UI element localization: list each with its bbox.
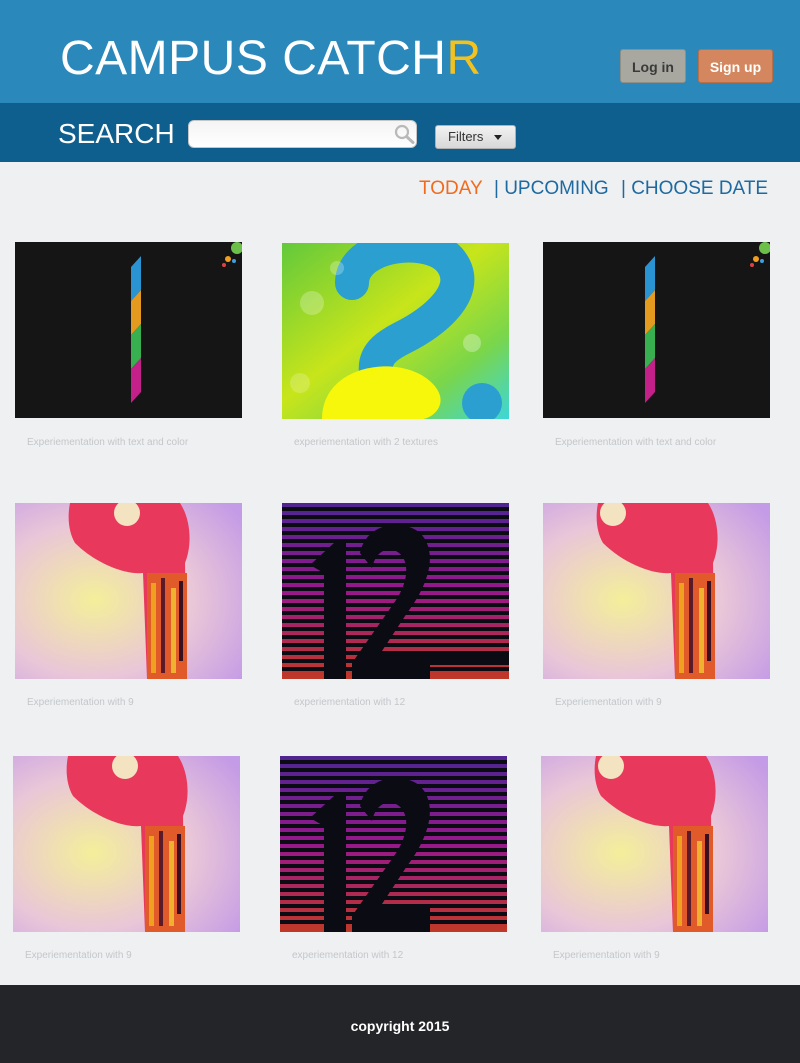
stripe-bar-artwork: [543, 242, 770, 418]
search-icon[interactable]: [392, 123, 416, 145]
gallery-card[interactable]: [15, 503, 242, 679]
nav-choose-date[interactable]: | CHOOSE DATE: [621, 178, 768, 200]
card-caption: Experiementation with 9: [25, 950, 132, 961]
green-texture-artwork: [282, 243, 509, 419]
card-caption: experiementation with 12: [292, 950, 404, 961]
filters-dropdown[interactable]: Filters: [435, 125, 516, 149]
card-caption: experiementation with 12: [294, 697, 406, 708]
card-caption: Experiementation with 9: [555, 697, 662, 708]
twelve-stripes-artwork: [282, 503, 509, 679]
copyright-text: copyright 2015: [350, 1018, 450, 1034]
card-caption: Experiementation with text and color: [555, 437, 717, 448]
stripe-bar-artwork: [15, 242, 242, 418]
pink-nine-artwork: [13, 756, 240, 932]
site-logo[interactable]: CAMPUS CATCHR: [60, 33, 482, 85]
pink-nine-artwork: [15, 503, 242, 679]
signup-button[interactable]: Sign up: [698, 49, 773, 83]
login-button[interactable]: Log in: [620, 49, 686, 83]
search-input[interactable]: [188, 120, 417, 148]
pink-nine-artwork: [543, 503, 770, 679]
gallery-card[interactable]: [282, 503, 509, 679]
search-label: SEARCH: [58, 118, 175, 149]
caret-down-icon: [494, 135, 502, 140]
logo-main-text: CAMPUS CATCH: [60, 32, 447, 85]
gallery-card[interactable]: [543, 242, 770, 418]
gallery-card[interactable]: [543, 503, 770, 679]
logo-accent-letter: R: [446, 32, 482, 85]
gallery-card[interactable]: [280, 756, 507, 932]
filters-label: Filters: [448, 129, 484, 144]
gallery-card[interactable]: [13, 756, 240, 932]
gallery-card[interactable]: [541, 756, 768, 932]
nav-today[interactable]: TODAY: [419, 178, 483, 200]
card-caption: Experiementation with text and color: [27, 437, 189, 448]
nav-upcoming[interactable]: | UPCOMING: [494, 178, 609, 200]
card-caption: Experiementation with 9: [553, 950, 660, 961]
gallery-card[interactable]: [15, 242, 242, 418]
card-caption: Experiementation with 9: [27, 697, 134, 708]
gallery-card[interactable]: [282, 243, 509, 419]
pink-nine-artwork: [541, 756, 768, 932]
twelve-stripes-artwork: [280, 756, 507, 932]
card-caption: experiementation with 2 textures: [294, 437, 438, 448]
